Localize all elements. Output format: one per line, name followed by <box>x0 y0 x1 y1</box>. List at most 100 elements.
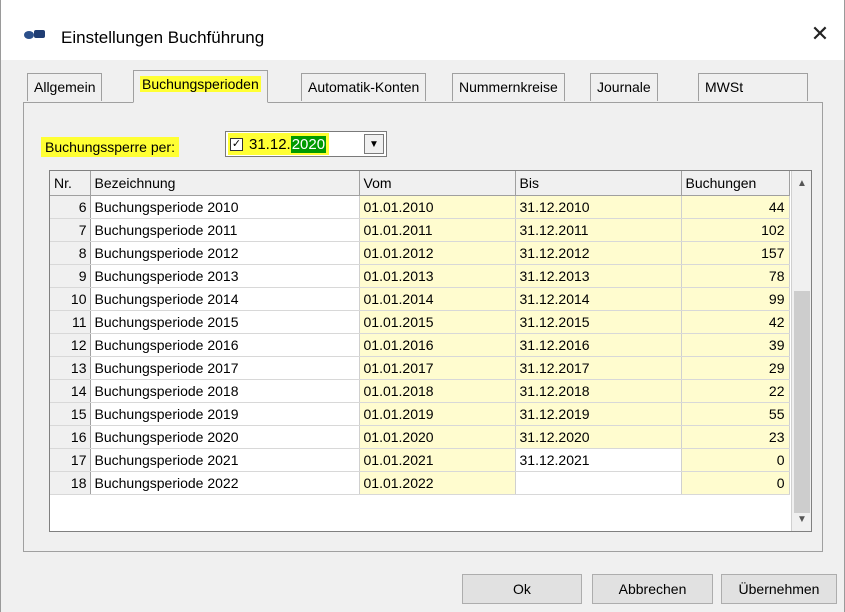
cell-nr[interactable]: 6 <box>50 195 91 219</box>
cancel-button[interactable]: Abbrechen <box>592 574 713 604</box>
cell-buchungen[interactable]: 55 <box>681 402 790 426</box>
table-row[interactable]: 13 Buchungsperiode 2017 01.01.2017 31.12.20… <box>50 356 790 380</box>
cell-bezeichnung[interactable]: Buchungsperiode 2021 <box>90 448 360 472</box>
cell-bezeichnung[interactable]: Buchungsperiode 2012 <box>90 241 360 265</box>
cell-bis[interactable]: 31.12.2012 <box>515 241 682 265</box>
cell-vom[interactable]: 01.01.2017 <box>359 356 516 380</box>
cell-buchungen[interactable]: 23 <box>681 425 790 449</box>
cell-bis[interactable] <box>515 471 682 495</box>
cell-nr[interactable]: 11 <box>50 310 91 334</box>
cell-buchungen[interactable]: 42 <box>681 310 790 334</box>
cell-nr[interactable]: 18 <box>50 471 91 495</box>
tab-allgemein[interactable]: Allgemein <box>27 73 103 101</box>
tab-automatik-konten[interactable]: Automatik-Konten <box>301 73 427 101</box>
cell-vom[interactable]: 01.01.2015 <box>359 310 516 334</box>
cell-bezeichnung[interactable]: Buchungsperiode 2016 <box>90 333 360 357</box>
cell-buchungen[interactable]: 0 <box>681 471 790 495</box>
cell-bezeichnung[interactable]: Buchungsperiode 2014 <box>90 287 360 311</box>
cell-bis[interactable]: 31.12.2011 <box>515 218 682 242</box>
periods-grid[interactable]: Nr. Bezeichnung Vom Bis Buchungen 6 Buchu… <box>49 170 812 532</box>
cell-vom[interactable]: 01.01.2019 <box>359 402 516 426</box>
table-row[interactable]: 8 Buchungsperiode 2012 01.01.2012 31.12.201… <box>50 241 790 265</box>
cell-vom[interactable]: 01.01.2013 <box>359 264 516 288</box>
table-row[interactable]: 15 Buchungsperiode 2019 01.01.2019 31.12.20… <box>50 402 790 426</box>
cell-vom[interactable]: 01.01.2020 <box>359 425 516 449</box>
cell-buchungen[interactable]: 22 <box>681 379 790 403</box>
cell-bis[interactable]: 31.12.2020 <box>515 425 682 449</box>
cell-buchungen[interactable]: 99 <box>681 287 790 311</box>
header-bis[interactable]: Bis <box>515 171 682 196</box>
header-bezeichnung[interactable]: Bezeichnung <box>90 171 360 196</box>
table-row[interactable]: 18 Buchungsperiode 2022 01.01.2022 0 <box>50 471 790 495</box>
table-row[interactable]: 11 Buchungsperiode 2015 01.01.2015 31.12.20… <box>50 310 790 334</box>
cell-buchungen[interactable]: 157 <box>681 241 790 265</box>
ok-button[interactable]: Ok <box>462 574 582 604</box>
cell-bis[interactable]: 31.12.2016 <box>515 333 682 357</box>
cell-vom[interactable]: 01.01.2014 <box>359 287 516 311</box>
cell-bezeichnung[interactable]: Buchungsperiode 2022 <box>90 471 360 495</box>
cell-bezeichnung[interactable]: Buchungsperiode 2015 <box>90 310 360 334</box>
cell-nr[interactable]: 14 <box>50 379 91 403</box>
cell-nr[interactable]: 13 <box>50 356 91 380</box>
table-row[interactable]: 14 Buchungsperiode 2018 01.01.2018 31.12.20… <box>50 379 790 403</box>
cell-bis[interactable]: 31.12.2014 <box>515 287 682 311</box>
tab-journale[interactable]: Journale <box>590 73 658 101</box>
apply-button[interactable]: Übernehmen <box>721 574 837 604</box>
cell-buchungen[interactable]: 0 <box>681 448 790 472</box>
lock-date-picker[interactable]: ✓ 31.12.2020 ▼ <box>225 131 387 157</box>
scroll-down-icon[interactable]: ▼ <box>792 509 812 529</box>
cell-bezeichnung[interactable]: Buchungsperiode 2020 <box>90 425 360 449</box>
tab-buchungsperioden[interactable]: Buchungsperioden <box>133 70 268 103</box>
cell-bis[interactable]: 31.12.2010 <box>515 195 682 219</box>
cell-vom[interactable]: 01.01.2012 <box>359 241 516 265</box>
cell-vom[interactable]: 01.01.2011 <box>359 218 516 242</box>
scroll-up-icon[interactable]: ▲ <box>792 173 812 193</box>
cell-nr[interactable]: 17 <box>50 448 91 472</box>
cell-buchungen[interactable]: 44 <box>681 195 790 219</box>
cell-buchungen[interactable]: 102 <box>681 218 790 242</box>
cell-bezeichnung[interactable]: Buchungsperiode 2017 <box>90 356 360 380</box>
cell-bis[interactable]: 31.12.2017 <box>515 356 682 380</box>
cell-vom[interactable]: 01.01.2018 <box>359 379 516 403</box>
lock-checkbox[interactable]: ✓ <box>230 137 243 151</box>
tab-mwst[interactable]: MWSt <box>698 73 808 101</box>
cell-bis[interactable]: 31.12.2015 <box>515 310 682 334</box>
cell-bezeichnung[interactable]: Buchungsperiode 2018 <box>90 379 360 403</box>
cell-bis[interactable]: 31.12.2018 <box>515 379 682 403</box>
cell-nr[interactable]: 9 <box>50 264 91 288</box>
date-dropdown-button[interactable]: ▼ <box>364 134 384 154</box>
cell-vom[interactable]: 01.01.2021 <box>359 448 516 472</box>
cell-nr[interactable]: 7 <box>50 218 91 242</box>
cell-bezeichnung[interactable]: Buchungsperiode 2019 <box>90 402 360 426</box>
table-row[interactable]: 16 Buchungsperiode 2020 01.01.2020 31.12.20… <box>50 425 790 449</box>
cell-bezeichnung[interactable]: Buchungsperiode 2010 <box>90 195 360 219</box>
grid-scrollbar[interactable]: ▲ ▼ <box>791 171 811 531</box>
table-row[interactable]: 7 Buchungsperiode 2011 01.01.2011 31.12.201… <box>50 218 790 242</box>
lock-date-field[interactable]: ✓ 31.12.2020 <box>228 133 330 155</box>
cell-vom[interactable]: 01.01.2016 <box>359 333 516 357</box>
cell-nr[interactable]: 16 <box>50 425 91 449</box>
tab-nummernkreise[interactable]: Nummernkreise <box>452 73 565 101</box>
cell-vom[interactable]: 01.01.2010 <box>359 195 516 219</box>
cell-nr[interactable]: 15 <box>50 402 91 426</box>
cell-nr[interactable]: 8 <box>50 241 91 265</box>
cell-buchungen[interactable]: 39 <box>681 333 790 357</box>
header-vom[interactable]: Vom <box>359 171 516 196</box>
cell-nr[interactable]: 12 <box>50 333 91 357</box>
cell-bezeichnung[interactable]: Buchungsperiode 2013 <box>90 264 360 288</box>
table-row[interactable]: 12 Buchungsperiode 2016 01.01.2016 31.12.20… <box>50 333 790 357</box>
header-nr[interactable]: Nr. <box>50 171 91 196</box>
table-row[interactable]: 17 Buchungsperiode 2021 01.01.2021 31.12.20… <box>50 448 790 472</box>
cell-bezeichnung[interactable]: Buchungsperiode 2011 <box>90 218 360 242</box>
header-buchungen[interactable]: Buchungen <box>681 171 790 196</box>
close-button[interactable]: ✕ <box>804 18 836 50</box>
cell-nr[interactable]: 10 <box>50 287 91 311</box>
scrollbar-thumb[interactable] <box>794 291 810 513</box>
cell-bis[interactable]: 31.12.2021 <box>515 448 682 472</box>
cell-bis[interactable]: 31.12.2019 <box>515 402 682 426</box>
cell-vom[interactable]: 01.01.2022 <box>359 471 516 495</box>
table-row[interactable]: 10 Buchungsperiode 2014 01.01.2014 31.12.20… <box>50 287 790 311</box>
table-row[interactable]: 9 Buchungsperiode 2013 01.01.2013 31.12.201… <box>50 264 790 288</box>
table-row[interactable]: 6 Buchungsperiode 2010 01.01.2010 31.12.201… <box>50 195 790 219</box>
cell-bis[interactable]: 31.12.2013 <box>515 264 682 288</box>
